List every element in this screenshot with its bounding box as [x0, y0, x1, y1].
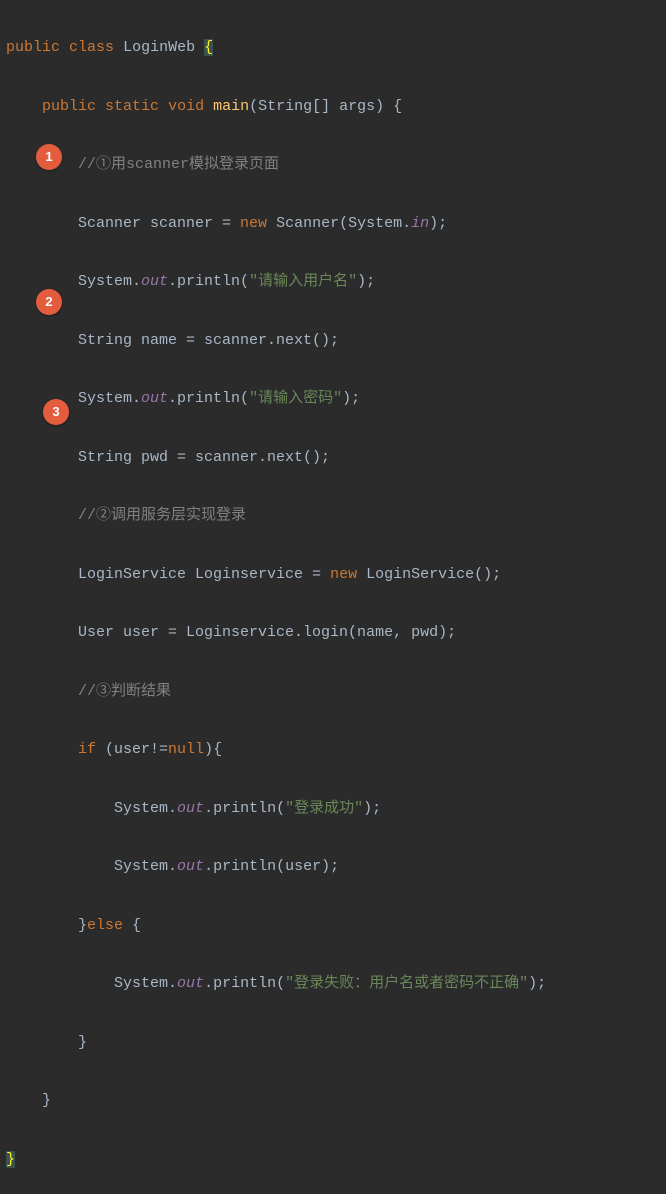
- field: out: [141, 273, 168, 290]
- code-text: LoginService();: [357, 566, 501, 583]
- code-text: Scanner scanner =: [78, 215, 240, 232]
- code-text: .println(user);: [204, 858, 339, 875]
- code-text: String name = scanner.next();: [78, 332, 339, 349]
- method-name: main: [213, 98, 249, 115]
- class-name: LoginWeb: [123, 39, 195, 56]
- params: (String[] args) {: [249, 98, 402, 115]
- code-line: System.out.println("登录成功");: [0, 794, 666, 823]
- brace: }: [6, 1151, 15, 1168]
- keyword: void: [168, 98, 204, 115]
- keyword: null: [168, 741, 204, 758]
- comment: //③判断结果: [78, 683, 171, 700]
- code-text: {: [123, 917, 141, 934]
- code-line: System.out.println(user);: [0, 852, 666, 881]
- comment: //①用scanner模拟登录页面: [78, 156, 279, 173]
- code-text: );: [429, 215, 447, 232]
- code-text: );: [363, 800, 381, 817]
- code-line: System.out.println("请输入密码");: [0, 384, 666, 413]
- code-line: //②调用服务层实现登录: [0, 501, 666, 530]
- code-text: System.: [114, 975, 177, 992]
- code-text: System.: [114, 858, 177, 875]
- code-text: .println(: [168, 273, 249, 290]
- keyword: if: [78, 741, 96, 758]
- field: out: [177, 858, 204, 875]
- code-text: );: [357, 273, 375, 290]
- code-line: if (user!=null){: [0, 735, 666, 764]
- annotation-badge-1: 1: [36, 144, 62, 170]
- keyword: public: [42, 98, 96, 115]
- code-text: }: [42, 1092, 51, 1109]
- code-line: public static void main(String[] args) {: [0, 92, 666, 121]
- string: "登录失败：用户名或者密码不正确": [285, 975, 528, 992]
- code-line: String name = scanner.next();: [0, 326, 666, 355]
- code-line: //③判断结果: [0, 677, 666, 706]
- comment: //②调用服务层实现登录: [78, 507, 246, 524]
- code-text: (user!=: [96, 741, 168, 758]
- field: out: [177, 975, 204, 992]
- annotation-badge-3: 3: [43, 399, 69, 425]
- code-line: LoginService Loginservice = new LoginSer…: [0, 560, 666, 589]
- annotation-badge-2: 2: [36, 289, 62, 315]
- code-text: User user = Loginservice.login(name, pwd…: [78, 624, 456, 641]
- keyword: public: [6, 39, 60, 56]
- code-line: System.out.println("登录失败：用户名或者密码不正确");: [0, 969, 666, 998]
- string: "请输入密码": [249, 390, 342, 407]
- code-text: LoginService Loginservice =: [78, 566, 330, 583]
- code-text: System.: [78, 390, 141, 407]
- code-text: .println(: [204, 800, 285, 817]
- code-line: }: [0, 1028, 666, 1057]
- brace: {: [204, 39, 213, 56]
- keyword: else: [87, 917, 123, 934]
- code-line: Scanner scanner = new Scanner(System.in)…: [0, 209, 666, 238]
- code-text: System.: [78, 273, 141, 290]
- code-text: ){: [204, 741, 222, 758]
- code-text: .println(: [168, 390, 249, 407]
- code-text: }: [78, 1034, 87, 1051]
- code-text: }: [78, 917, 87, 934]
- keyword: new: [240, 215, 267, 232]
- keyword: static: [105, 98, 159, 115]
- string: "请输入用户名": [249, 273, 357, 290]
- code-line: }: [0, 1086, 666, 1115]
- keyword: new: [330, 566, 357, 583]
- code-text: String pwd = scanner.next();: [78, 449, 330, 466]
- code-line: }else {: [0, 911, 666, 940]
- code-line: User user = Loginservice.login(name, pwd…: [0, 618, 666, 647]
- code-text: System.: [114, 800, 177, 817]
- code-line: public class LoginWeb {: [0, 33, 666, 62]
- code-line: //①用scanner模拟登录页面: [0, 150, 666, 179]
- code-text: );: [342, 390, 360, 407]
- code-text: .println(: [204, 975, 285, 992]
- code-line: }: [0, 1145, 666, 1174]
- code-line: String pwd = scanner.next();: [0, 443, 666, 472]
- keyword: class: [69, 39, 114, 56]
- code-line: System.out.println("请输入用户名");: [0, 267, 666, 296]
- code-block: public class LoginWeb { public static vo…: [0, 0, 666, 1194]
- code-text: Scanner(System.: [267, 215, 411, 232]
- field: out: [141, 390, 168, 407]
- field: out: [177, 800, 204, 817]
- field: in: [411, 215, 429, 232]
- code-text: );: [528, 975, 546, 992]
- string: "登录成功": [285, 800, 363, 817]
